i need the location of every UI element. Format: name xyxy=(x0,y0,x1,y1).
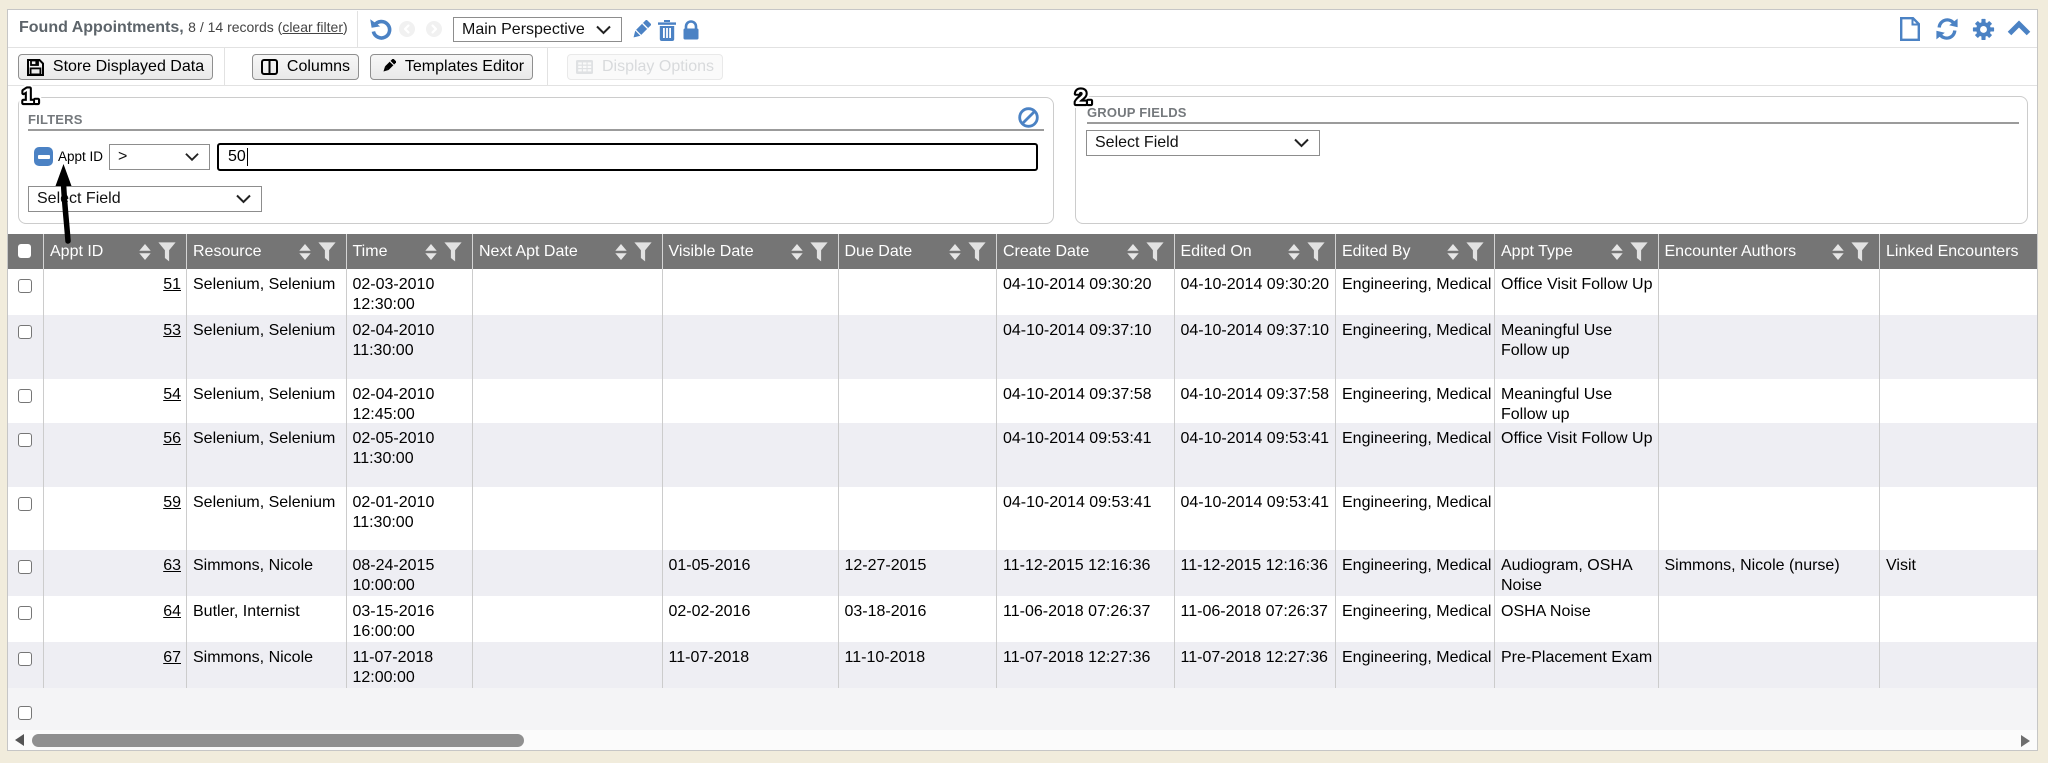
svg-text:1.: 1. xyxy=(22,85,40,108)
svg-text:2.: 2. xyxy=(1075,86,1093,109)
